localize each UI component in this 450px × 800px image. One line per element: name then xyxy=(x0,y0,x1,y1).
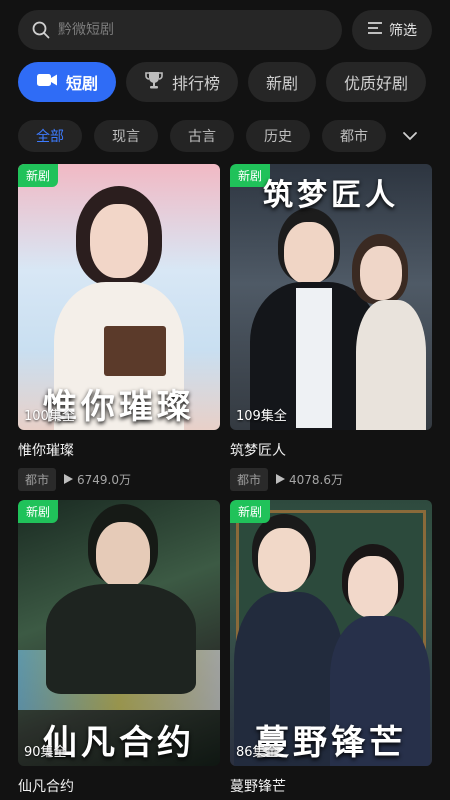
poster-figure-face xyxy=(96,522,150,588)
genre-tag: 都市 xyxy=(230,468,269,491)
genre-tag: 都市 xyxy=(18,468,57,491)
drama-title[interactable]: 仙凡合约 xyxy=(18,776,220,796)
filter-icon xyxy=(367,21,383,39)
tab-ranking[interactable]: 排行榜 xyxy=(126,62,239,102)
episode-count: 86集全 xyxy=(236,745,279,760)
video-camera-icon xyxy=(36,72,58,92)
poster-image[interactable]: 新剧 蔓野锋芒 86集全 xyxy=(230,500,432,766)
play-count-value: 4078.6万 xyxy=(289,473,344,487)
new-badge: 新剧 xyxy=(18,164,59,187)
tab-label: 排行榜 xyxy=(172,74,221,93)
poster-book xyxy=(104,326,166,376)
new-badge: 新剧 xyxy=(18,500,59,523)
drama-title[interactable]: 筑梦匠人 xyxy=(230,440,432,460)
genre-modern-romance[interactable]: 现言 xyxy=(94,120,158,152)
tab-short-drama[interactable]: 短剧 xyxy=(18,62,117,102)
poster-figure2-body xyxy=(356,300,426,430)
poster-figure2-face xyxy=(348,556,398,618)
drama-card[interactable]: 新剧 惟你璀璨 100集全 惟你璀璨 都市 6749.0万 xyxy=(18,164,220,500)
poster-image[interactable]: 新剧 仙凡合约 90集全 xyxy=(18,500,220,766)
drama-card[interactable]: 新剧 仙凡合约 90集全 仙凡合约 xyxy=(18,500,220,800)
tab-label: 新剧 xyxy=(266,74,299,93)
genre-filter: 全部 现言 古言 历史 都市 xyxy=(18,120,450,152)
episode-count: 109集全 xyxy=(236,409,287,424)
search-box[interactable] xyxy=(18,10,342,50)
poster-figure-face xyxy=(284,222,334,284)
play-icon xyxy=(276,473,286,487)
drama-card[interactable]: 新剧 筑梦匠人 109集全 筑梦匠人 都市 4078.6万 xyxy=(230,164,432,500)
search-icon xyxy=(32,21,50,39)
poster-image[interactable]: 新剧 筑梦匠人 109集全 xyxy=(230,164,432,430)
new-badge: 新剧 xyxy=(230,500,271,523)
genre-urban[interactable]: 都市 xyxy=(322,120,386,152)
tab-new[interactable]: 新剧 xyxy=(248,62,317,102)
drama-title[interactable]: 惟你璀璨 xyxy=(18,440,220,460)
poster-image[interactable]: 新剧 惟你璀璨 100集全 xyxy=(18,164,220,430)
chevron-down-icon[interactable] xyxy=(398,124,422,148)
play-count: 4078.6万 xyxy=(276,471,343,488)
tab-label: 短剧 xyxy=(66,74,99,93)
poster-figure-face xyxy=(258,528,310,592)
filter-label: 筛选 xyxy=(389,23,417,39)
poster-shirt xyxy=(296,288,332,428)
episode-count: 90集全 xyxy=(24,745,67,760)
trophy-icon xyxy=(144,70,164,94)
category-tabs: 短剧 排行榜 新剧 优质好剧 xyxy=(18,62,450,104)
poster-title-text: 筑梦匠人 xyxy=(263,178,399,213)
filter-button[interactable]: 筛选 xyxy=(352,10,432,50)
episode-count: 100集全 xyxy=(24,409,75,424)
drama-grid: 新剧 惟你璀璨 100集全 惟你璀璨 都市 6749.0万 新剧 筑梦匠人 10… xyxy=(18,164,432,800)
drama-card[interactable]: 新剧 蔓野锋芒 86集全 蔓野锋芒 xyxy=(230,500,432,800)
genre-ancient-romance[interactable]: 古言 xyxy=(170,120,234,152)
drama-meta: 都市 6749.0万 xyxy=(18,468,220,491)
play-icon xyxy=(64,473,74,487)
poster-figure-body xyxy=(46,584,196,694)
tab-label: 优质好剧 xyxy=(344,74,409,93)
poster-figure-face xyxy=(90,204,148,278)
drama-meta: 都市 4078.6万 xyxy=(230,468,432,491)
genre-history[interactable]: 历史 xyxy=(246,120,310,152)
play-count-value: 6749.0万 xyxy=(77,473,132,487)
drama-title[interactable]: 蔓野锋芒 xyxy=(230,776,432,796)
genre-all[interactable]: 全部 xyxy=(18,120,82,152)
search-input[interactable] xyxy=(58,22,328,38)
play-count: 6749.0万 xyxy=(64,471,131,488)
poster-figure2-face xyxy=(360,246,402,300)
top-bar: 筛选 xyxy=(18,10,432,50)
tab-quality[interactable]: 优质好剧 xyxy=(326,62,427,102)
